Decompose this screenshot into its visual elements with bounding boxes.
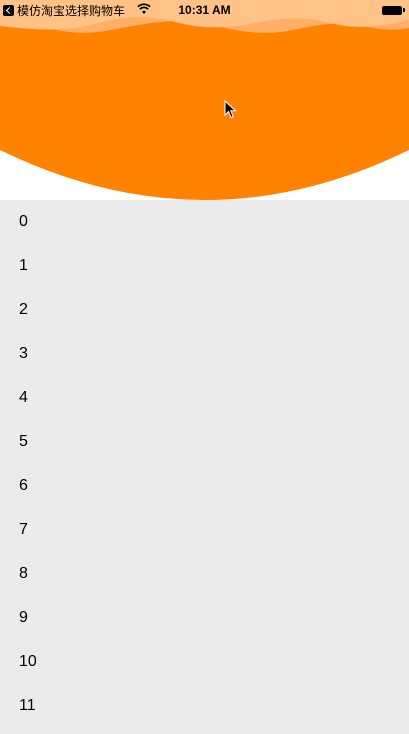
status-bar: 模仿淘宝选择购物车 10:31 AM: [0, 0, 409, 20]
list-item[interactable]: 10: [0, 640, 409, 684]
list-item[interactable]: 11: [0, 684, 409, 728]
list-item[interactable]: 4: [0, 376, 409, 420]
list-item[interactable]: 3: [0, 332, 409, 376]
list-item[interactable]: 2: [0, 288, 409, 332]
list-item[interactable]: 7: [0, 508, 409, 552]
list-item[interactable]: 0: [0, 200, 409, 244]
mouse-cursor-icon: [224, 100, 237, 119]
list-item[interactable]: 1: [0, 244, 409, 288]
list-item[interactable]: 5: [0, 420, 409, 464]
list-item[interactable]: 6: [0, 464, 409, 508]
list-item[interactable]: 8: [0, 552, 409, 596]
status-time: 10:31 AM: [178, 3, 231, 17]
battery-icon: [382, 5, 406, 15]
header-background: [0, 0, 409, 200]
list-item[interactable]: 9: [0, 596, 409, 640]
header-banner: [0, 0, 409, 200]
number-list: 0 1 2 3 4 5 6 7 8 9 10 11: [0, 200, 409, 728]
app-screen: 模仿淘宝选择购物车 10:31 AM 0 1 2 3 4 5 6 7 8 9 10 11: [0, 0, 409, 734]
